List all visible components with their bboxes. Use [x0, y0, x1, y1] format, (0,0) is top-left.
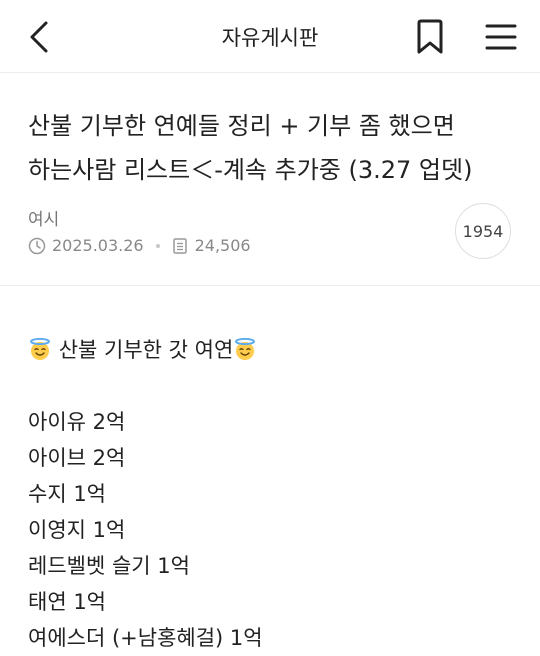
- content-heading: 산불 기부한 갓 여연: [28, 332, 263, 368]
- top-navigation-bar: 자유게시판: [0, 0, 540, 73]
- menu-button[interactable]: [484, 21, 518, 53]
- bookmark-icon: [417, 19, 443, 54]
- donor-line: 수지 1억: [28, 482, 106, 506]
- clock-icon: [28, 237, 46, 255]
- post-title-line-2: 하는사람 리스트＜-계속 추가중 (3.27 업뎃): [28, 156, 473, 184]
- bookmark-button[interactable]: [414, 19, 446, 55]
- post-title: 산불 기부한 연예들 정리 + 기부 좀 했으면 하는사람 리스트＜-계속 추가…: [28, 104, 518, 192]
- post-meta: 2025.03.26 24,506: [28, 236, 251, 255]
- halo-emoji-icon: [28, 336, 52, 372]
- donor-line: 아이유 2억: [28, 410, 126, 434]
- halo-emoji-icon: [233, 336, 257, 372]
- post-date: 2025.03.26: [52, 236, 144, 255]
- author-name[interactable]: 여시: [28, 205, 59, 230]
- hamburger-menu-icon: [485, 24, 517, 50]
- post-content: 산불 기부한 갓 여연 아이유 2억 아이브 2억 수지 1억 이영지 1억 레…: [28, 332, 263, 656]
- donor-line: 여에스더 (+남홍혜걸) 1억: [28, 626, 263, 650]
- donor-line: 레드벨벳 슬기 1억: [28, 554, 190, 578]
- meta-separator: [155, 243, 160, 248]
- divider: [0, 285, 540, 286]
- donor-line: 태연 1억: [28, 590, 106, 614]
- donor-line: 이영지 1억: [28, 518, 126, 542]
- post-title-line-1: 산불 기부한 연예들 정리 + 기부 좀 했으면: [28, 112, 455, 140]
- comment-count-button[interactable]: 1954: [455, 203, 511, 259]
- content-heading-text: 산불 기부한 갓 여연: [58, 338, 234, 362]
- donor-line: 아이브 2억: [28, 446, 126, 470]
- view-count: 24,506: [194, 236, 251, 255]
- board-title: 자유게시판: [221, 26, 319, 50]
- views-icon: [171, 237, 189, 255]
